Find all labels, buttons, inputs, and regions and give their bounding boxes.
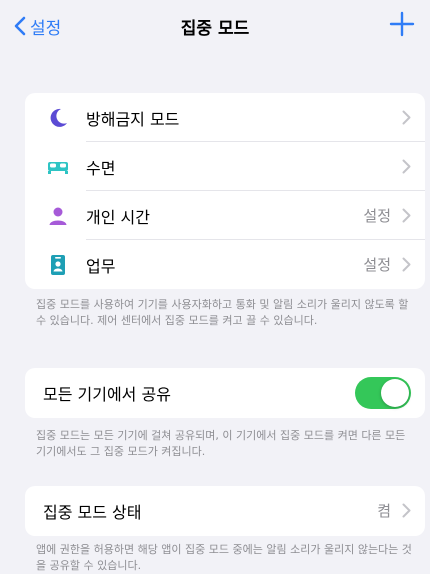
mode-label: 방해금지 모드 <box>86 109 180 129</box>
status-label: 집중 모드 상태 <box>43 502 142 522</box>
focus-status-group: 집중 모드 상태 켬 <box>25 486 425 536</box>
id-badge-icon <box>51 255 65 275</box>
chevron-right-icon <box>402 503 411 518</box>
status-value: 켬 <box>377 502 391 520</box>
navigation-bar: 설정 집중 모드 <box>0 0 430 52</box>
share-toggle[interactable] <box>355 377 411 409</box>
moon-icon <box>50 108 67 127</box>
mode-value: 설정 <box>363 256 391 274</box>
mode-label: 수면 <box>86 158 116 178</box>
mode-row-personal[interactable]: 개인 시간 설정 <box>25 191 425 240</box>
toggle-knob <box>381 379 409 407</box>
status-footer-note: 앱에 권한을 허용하면 해당 앱이 집중 모드 중에는 알림 소리가 울리지 않… <box>36 543 412 572</box>
chevron-right-icon <box>402 257 411 272</box>
share-group: 모든 기기에서 공유 <box>25 368 425 418</box>
person-icon <box>49 207 67 225</box>
page-title: 집중 모드 <box>180 19 250 39</box>
mode-label: 개인 시간 <box>86 207 150 227</box>
plus-icon[interactable] <box>388 10 416 38</box>
mode-value: 설정 <box>363 207 391 225</box>
focus-status-row[interactable]: 집중 모드 상태 켬 <box>25 486 425 535</box>
mode-row-sleep[interactable]: 수면 <box>25 142 425 191</box>
focus-modes-footer-note: 집중 모드를 사용하여 기기를 사용자화하고 통화 및 알림 소리가 울리지 않… <box>36 298 409 327</box>
share-across-devices-row: 모든 기기에서 공유 <box>25 368 425 417</box>
mode-row-work[interactable]: 업무 설정 <box>25 240 425 289</box>
chevron-right-icon <box>402 159 411 174</box>
bed-icon <box>48 162 68 174</box>
mode-label: 업무 <box>86 256 116 276</box>
mode-row-do-not-disturb[interactable]: 방해금지 모드 <box>25 93 425 142</box>
focus-modes-group: 방해금지 모드 수면 개인 시간 설정 업무 설정 <box>25 93 425 289</box>
share-footer-note: 집중 모드는 모든 기기에 걸쳐 공유되며, 이 기기에서 집중 모드를 켜면 … <box>36 429 406 458</box>
chevron-right-icon <box>402 208 411 223</box>
chevron-right-icon <box>402 110 411 125</box>
share-label: 모든 기기에서 공유 <box>43 384 171 404</box>
